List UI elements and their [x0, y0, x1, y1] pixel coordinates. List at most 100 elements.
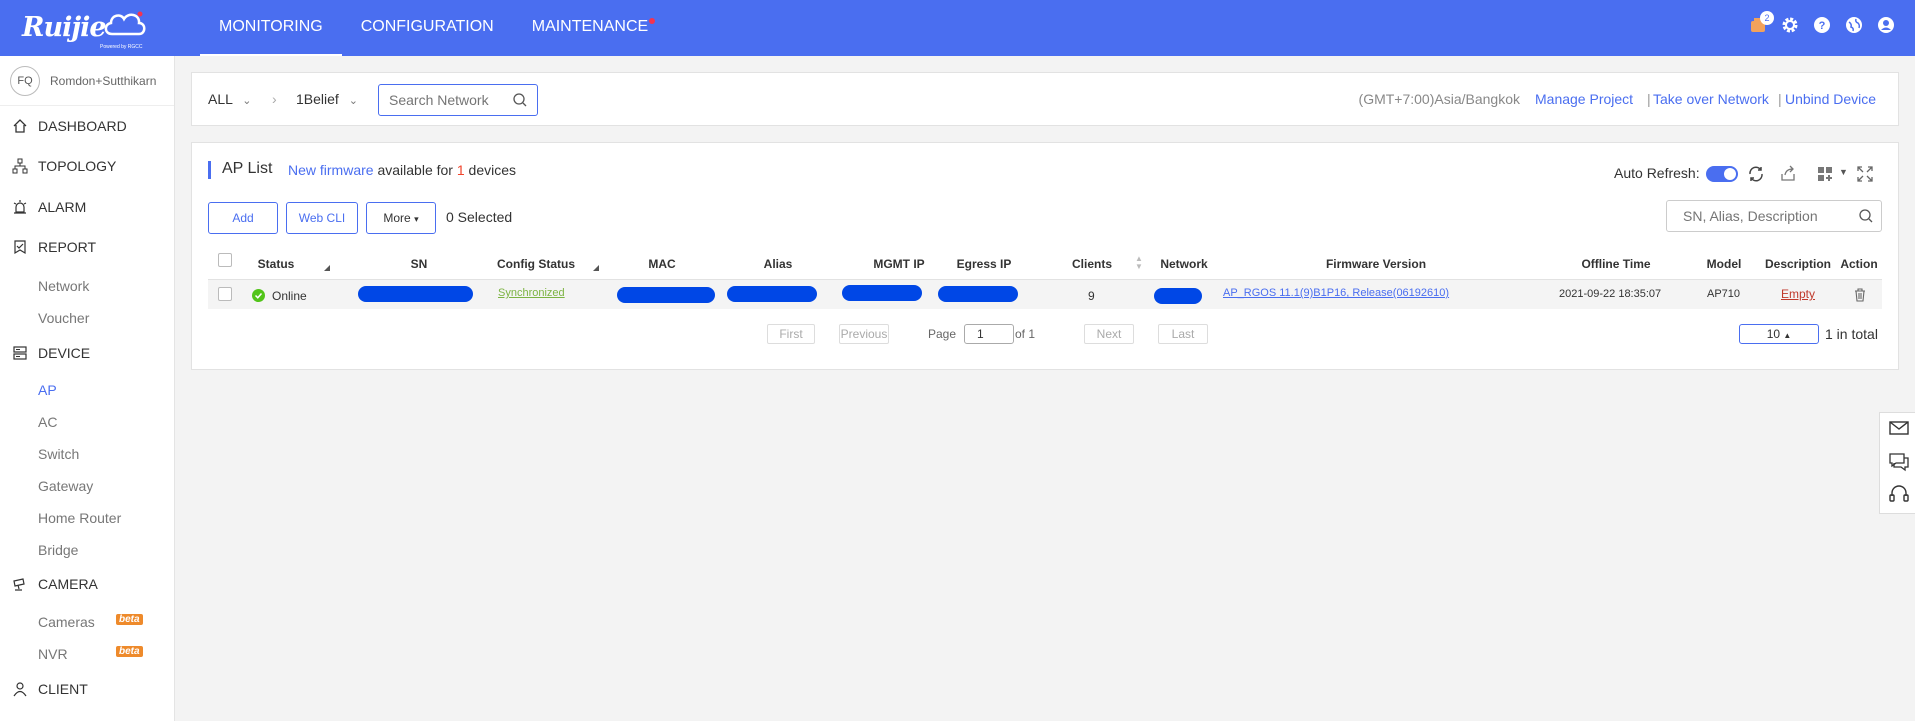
mail-icon[interactable]	[1888, 417, 1910, 439]
user-icon[interactable]	[1877, 16, 1895, 34]
scope-label: ALL	[208, 91, 233, 107]
network-label: 1Belief	[296, 91, 339, 107]
nav-configuration[interactable]: CONFIGURATION	[342, 0, 513, 56]
unbind-device-link[interactable]: Unbind Device	[1785, 91, 1876, 107]
ap-list-panel: AP List New firmware available for 1 dev…	[191, 142, 1899, 370]
sidebar-label-alarm: ALARM	[38, 199, 87, 215]
timezone-label: (GMT+7:00)Asia/Bangkok	[1358, 91, 1520, 107]
sidebar-item-switch[interactable]: Switch	[38, 446, 79, 462]
ruijie-logo[interactable]: Ruijie Powered by RGCC	[22, 8, 152, 50]
next-page-button[interactable]: Next	[1084, 324, 1134, 344]
sidebar-item-nvr[interactable]: NVR	[38, 646, 68, 662]
refresh-icon[interactable]	[1747, 165, 1765, 183]
export-icon[interactable]	[1779, 165, 1797, 183]
fullscreen-icon[interactable]	[1856, 165, 1874, 183]
title-accent	[208, 161, 211, 179]
caret-down-icon[interactable]: ▼	[1839, 167, 1848, 177]
sidebar-item-ac[interactable]: AC	[38, 414, 57, 430]
firmware-notice-text: devices	[464, 162, 517, 178]
config-status-link[interactable]: Synchronized	[498, 287, 565, 299]
row-checkbox[interactable]	[218, 287, 232, 301]
sidebar-label-camera: CAMERA	[38, 576, 98, 592]
sidebar-item-ap[interactable]: AP	[38, 382, 57, 398]
sidebar-item-bridge[interactable]: Bridge	[38, 542, 78, 558]
sidebar-item-cameras[interactable]: Cameras	[38, 614, 95, 630]
scope-dropdown[interactable]: ALL ⌄	[208, 91, 252, 107]
firmware-link[interactable]: AP_RGOS 11.1(9)B1P16, Release(06192610)	[1223, 287, 1449, 299]
last-page-button[interactable]: Last	[1158, 324, 1208, 344]
col-description[interactable]: Description	[1765, 257, 1831, 271]
globe-icon[interactable]	[1845, 16, 1863, 34]
filter-icon[interactable]	[324, 265, 330, 271]
notification-box-icon[interactable]: 2	[1749, 11, 1774, 34]
sidebar-item-report-network[interactable]: Network	[38, 278, 89, 294]
ap-search-input[interactable]	[1666, 200, 1882, 232]
nav-monitoring[interactable]: MONITORING	[200, 0, 342, 56]
headset-icon[interactable]	[1888, 483, 1910, 505]
device-icon	[13, 346, 27, 360]
redacted-alias	[727, 286, 817, 302]
redacted-network	[1154, 288, 1202, 304]
previous-page-button[interactable]: Previous	[839, 324, 889, 344]
redacted-egress-ip	[938, 286, 1018, 302]
table-row[interactable]: Online Synchronized 9 AP_RGOS 11.1(9)B1P…	[208, 279, 1882, 309]
gear-icon[interactable]	[1781, 16, 1799, 34]
sidebar-item-topology[interactable]: TOPOLOGY	[12, 158, 116, 174]
search-icon[interactable]	[512, 92, 528, 108]
network-dropdown[interactable]: 1Belief ⌄	[296, 91, 358, 107]
page-size-select[interactable]: 10 ▲	[1739, 324, 1819, 344]
avatar: FQ	[10, 65, 40, 96]
sidebar-item-voucher[interactable]: Voucher	[38, 310, 89, 326]
redacted-mac	[617, 287, 715, 303]
col-sn[interactable]: SN	[411, 257, 428, 271]
link-divider: |	[1647, 91, 1651, 107]
sidebar-item-report[interactable]: REPORT	[12, 239, 96, 255]
feedback-icon[interactable]	[1888, 451, 1910, 473]
sidebar-item-dashboard[interactable]: DASHBOARD	[12, 118, 127, 134]
manage-project-link[interactable]: Manage Project	[1535, 91, 1633, 107]
col-offline-time[interactable]: Offline Time	[1581, 257, 1650, 271]
col-model[interactable]: Model	[1707, 257, 1742, 271]
sidebar-item-gateway[interactable]: Gateway	[38, 478, 93, 494]
sidebar-item-client[interactable]: CLIENT	[12, 681, 88, 697]
camera-icon	[13, 578, 25, 591]
col-firmware[interactable]: Firmware Version	[1326, 257, 1426, 271]
sort-icon[interactable]: ▲ ▼	[1135, 255, 1143, 271]
sidebar-item-camera[interactable]: CAMERA	[12, 576, 98, 592]
nav-maintenance[interactable]: MAINTENANCE	[513, 0, 667, 56]
help-icon[interactable]: ?	[1813, 16, 1831, 34]
col-mac[interactable]: MAC	[648, 257, 675, 271]
user-box[interactable]: FQ Romdon+Sutthikarn	[0, 56, 174, 106]
more-button[interactable]: More ▾	[366, 202, 436, 234]
sidebar-item-home-router[interactable]: Home Router	[38, 510, 121, 526]
breadcrumb-separator-icon: ›	[272, 91, 277, 107]
col-clients[interactable]: Clients	[1072, 257, 1112, 271]
add-button[interactable]: Add	[208, 202, 278, 234]
col-config-status[interactable]: Config Status	[497, 257, 575, 271]
sidebar-item-alarm[interactable]: ALARM	[12, 199, 86, 215]
sidebar-item-device[interactable]: DEVICE	[12, 345, 90, 361]
clients-count: 9	[1088, 289, 1095, 303]
col-mgmt-ip[interactable]: MGMT IP	[873, 257, 924, 271]
new-firmware-link[interactable]: New firmware	[288, 162, 374, 178]
col-egress-ip[interactable]: Egress IP	[957, 257, 1012, 271]
take-over-network-link[interactable]: Take over Network	[1653, 91, 1769, 107]
col-network[interactable]: Network	[1160, 257, 1207, 271]
description-link[interactable]: Empty	[1781, 287, 1815, 301]
column-settings-icon[interactable]	[1816, 165, 1834, 183]
filter-icon[interactable]	[593, 265, 599, 271]
col-alias[interactable]: Alias	[764, 257, 793, 271]
auto-refresh-toggle[interactable]	[1706, 166, 1738, 182]
col-status[interactable]: Status	[258, 257, 295, 271]
sidebar: FQ Romdon+Sutthikarn DASHBOARD TOPOLOGY …	[0, 56, 175, 721]
col-action[interactable]: Action	[1840, 257, 1877, 271]
trash-icon[interactable]	[1854, 288, 1866, 302]
firmware-notice: New firmware available for 1 devices	[288, 162, 516, 178]
page-number-input[interactable]	[964, 324, 1014, 344]
chevron-down-icon: ⌄	[242, 95, 252, 107]
more-label: More	[383, 211, 411, 225]
first-page-button[interactable]: First	[767, 324, 815, 344]
select-all-checkbox[interactable]	[218, 253, 232, 267]
web-cli-button[interactable]: Web CLI	[286, 202, 358, 234]
search-icon[interactable]	[1858, 208, 1874, 224]
